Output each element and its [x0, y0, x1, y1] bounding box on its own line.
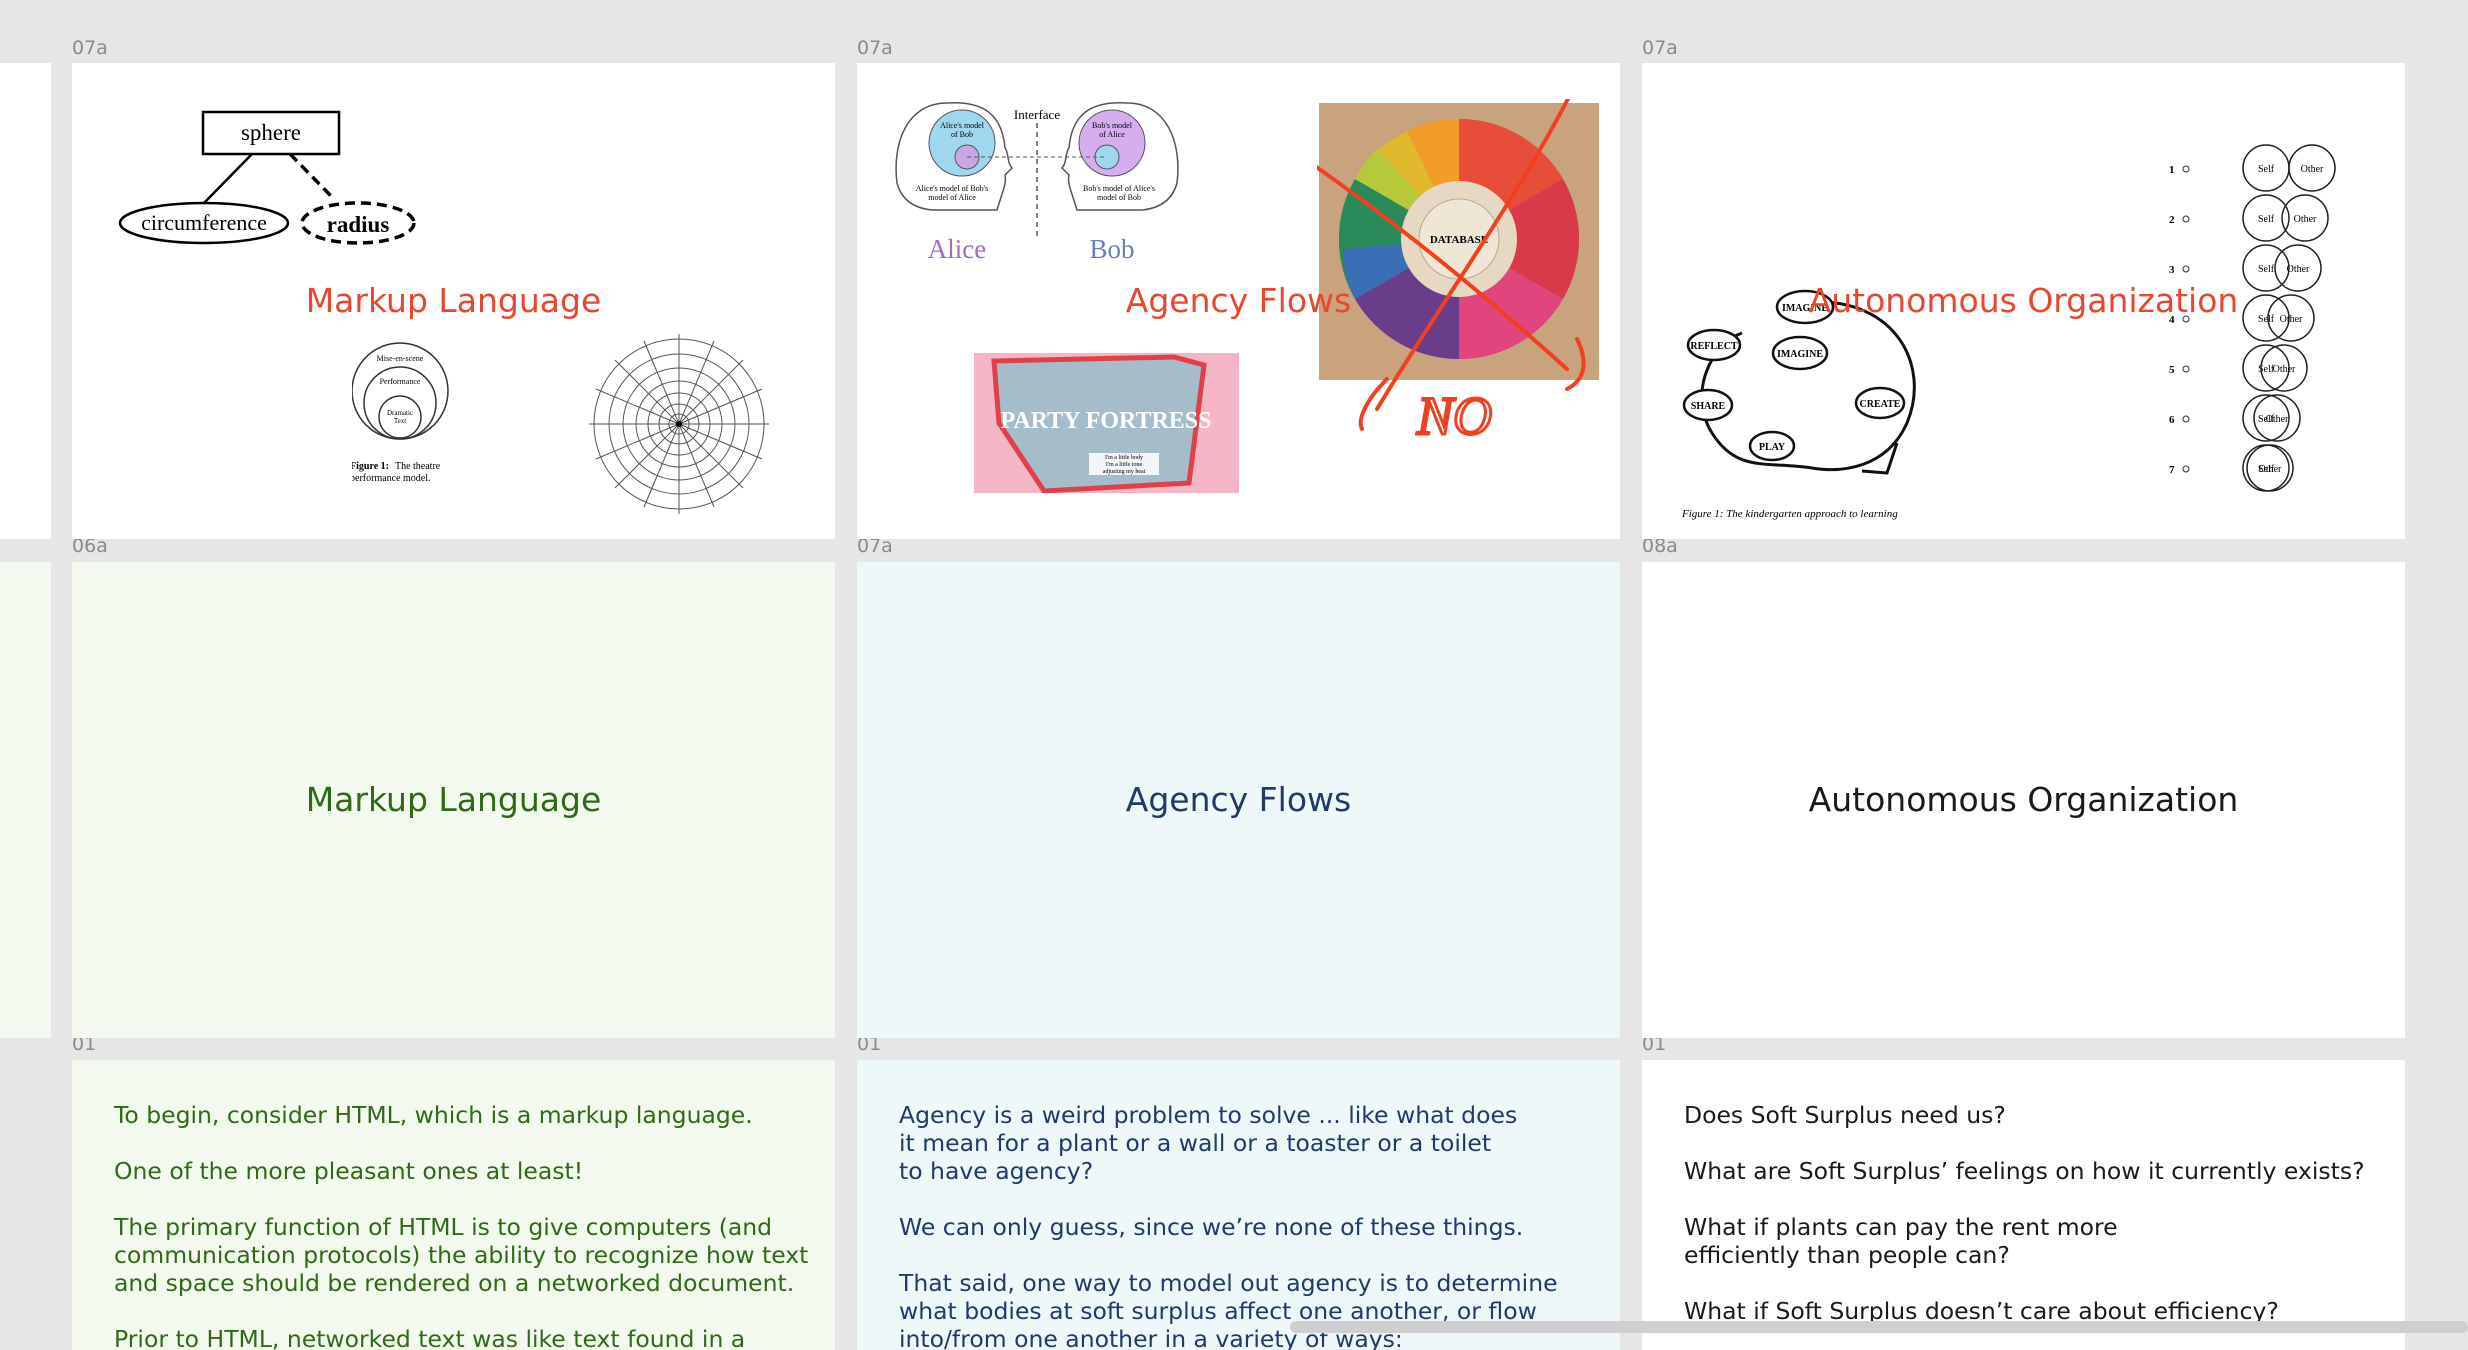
model-label: Bob's model — [1092, 121, 1133, 130]
party-note: I'm a little tone — [1106, 462, 1143, 468]
slide-title: Markup Language — [305, 281, 602, 320]
svg-text:Figure 1:The theatre: Figure 1: The theatre — [352, 461, 441, 472]
self-circle-label: Self — [2258, 264, 2275, 275]
scale-number: 2 — [2169, 214, 2175, 226]
horizontal-scrollbar[interactable] — [1290, 1321, 2468, 1333]
slide-title: Agency Flows — [1125, 281, 1352, 320]
slide-auton-collage[interactable]: IMAGINE REFLECT IMAGINE CREATE SHARE PLA… — [1642, 63, 2405, 539]
paragraph: What if plants can pay the rent more eff… — [1684, 1213, 2118, 1269]
frame-label[interactable]: 07a — [857, 37, 893, 59]
scale-radio[interactable] — [2182, 365, 2190, 373]
body-text: Agency is a weird problem to solve ... l… — [899, 1101, 1558, 1350]
model-label: of Alice — [1099, 130, 1125, 139]
scale-number: 7 — [2169, 464, 2175, 476]
paragraph: The primary function of HTML is to give … — [114, 1213, 809, 1297]
kindergarten-cycle-diagram: IMAGINE REFLECT IMAGINE CREATE SHARE PLA… — [1682, 289, 1916, 520]
paragraph: Prior to HTML, networked text was like t… — [114, 1325, 746, 1350]
scale-number: 1 — [2169, 164, 2175, 176]
alice-label: Alice — [928, 234, 986, 264]
slide-markup-title[interactable]: Markup Language — [72, 562, 835, 1038]
node-circumference: circumference — [141, 210, 267, 235]
paragraph: That said, one way to model out agency i… — [899, 1269, 1558, 1350]
scale-radio[interactable] — [2182, 465, 2190, 473]
party-note: adjusting my heat — [1103, 469, 1146, 475]
cycle-node: PLAY — [1759, 442, 1786, 453]
theatre-inner: Dramatic — [387, 409, 413, 417]
other-circle-label: Other — [2273, 364, 2296, 375]
scribble-no: NO — [1416, 386, 1492, 446]
paragraph: Agency is a weird problem to solve ... l… — [899, 1101, 1518, 1185]
frame-label[interactable]: 07a — [72, 37, 108, 59]
slide-markup-text[interactable]: To begin, consider HTML, which is a mark… — [72, 1060, 835, 1350]
bob-label: Bob — [1089, 234, 1134, 264]
party-note: I'm a little body — [1105, 455, 1143, 461]
partial-frame-left-2[interactable] — [0, 562, 51, 1038]
scale-number: 6 — [2169, 414, 2175, 426]
theatre-model-diagram: Mise-en-scene Performance Dramatic Text … — [352, 342, 449, 484]
scale-radio[interactable] — [2182, 215, 2190, 223]
cycle-node: CREATE — [1860, 399, 1901, 410]
scale-number: 5 — [2169, 364, 2175, 376]
theatre-mid: Performance — [380, 377, 421, 386]
other-circle-label: Other — [2301, 164, 2324, 175]
node-sphere: sphere — [241, 120, 301, 145]
scale-number: 3 — [2169, 264, 2175, 276]
cycle-node: IMAGINE — [1777, 349, 1823, 360]
slide-agency-collage[interactable]: Interface Alice's model of Bob Bob's mod… — [857, 63, 1620, 539]
other-circle-label: Other — [2287, 264, 2310, 275]
scale-number: 4 — [2169, 314, 2175, 326]
scale-radio[interactable] — [2182, 165, 2190, 173]
slide-agency-text[interactable]: Agency is a weird problem to solve ... l… — [857, 1060, 1620, 1350]
wheel-center-label: DATABASE — [1430, 234, 1488, 246]
figure-caption: The theatre — [395, 461, 441, 472]
figure-caption: performance model. — [352, 473, 431, 484]
party-fortress-title: PARTY FORTRESS — [1000, 408, 1211, 434]
frame-label[interactable]: 07a — [1642, 37, 1678, 59]
slide-title: Agency Flows — [1125, 780, 1352, 819]
cycle-node: SHARE — [1691, 401, 1726, 412]
scale-radio[interactable] — [2182, 415, 2190, 423]
other-circle-label: Other — [2266, 414, 2289, 425]
other-circle-label: Other — [2294, 214, 2317, 225]
spider-web-image — [589, 334, 769, 514]
concept-diagram: sphere circumference radius — [118, 110, 416, 245]
partial-frame-left-1[interactable] — [0, 63, 51, 539]
other-circle-label: Other — [2259, 464, 2282, 475]
theatre-outer: Mise-en-scene — [377, 354, 424, 363]
model-label: Alice's model — [940, 121, 985, 130]
scale-radio[interactable] — [2182, 315, 2190, 323]
slide-agency-title[interactable]: Agency Flows — [857, 562, 1620, 1038]
paragraph: What are Soft Surplus’ feelings on how i… — [1684, 1157, 2365, 1185]
color-wheel-image: DATABASE NO — [1317, 99, 1599, 448]
model-label: Alice's model of Bob's — [916, 184, 988, 193]
slide-markup-collage[interactable]: sphere circumference radius Markup Langu… — [72, 63, 835, 539]
node-radius: radius — [327, 212, 390, 237]
body-text: Does Soft Surplus need us? What are Soft… — [1684, 1101, 2365, 1350]
party-fortress-image: PARTY FORTRESS I'm a little body I'm a l… — [974, 353, 1239, 493]
theatre-inner: Text — [394, 417, 406, 425]
model-label: Bob's model of Alice's — [1083, 184, 1155, 193]
other-circle-label: Other — [2280, 314, 2303, 325]
model-label: model of Bob — [1097, 193, 1141, 202]
model-label: model of Alice — [928, 193, 976, 202]
paragraph: We can only guess, since we’re none of t… — [899, 1213, 1524, 1241]
figure-caption-bold: Figure 1: — [352, 461, 389, 472]
slide-auton-text[interactable]: Does Soft Surplus need us? What are Soft… — [1642, 1060, 2405, 1350]
slide-auton-title[interactable]: Autonomous Organization — [1642, 562, 2405, 1038]
self-other-scale: 1 Self Other 2 Self Other 3 Self Other 4 Self Other… — [2169, 144, 2336, 492]
model-label: of Bob — [951, 130, 973, 139]
figure-caption: Figure 1: The kindergarten approach to l… — [1682, 508, 1898, 520]
paragraph: To begin, consider HTML, which is a mark… — [114, 1101, 753, 1129]
scale-radio[interactable] — [2182, 265, 2190, 273]
cycle-node: REFLECT — [1690, 341, 1738, 352]
self-circle-label: Self — [2258, 214, 2275, 225]
interface-label: Interface — [1014, 107, 1060, 122]
self-circle-label: Self — [2258, 164, 2275, 175]
self-circle-label: Self — [2258, 314, 2275, 325]
paragraph: One of the more pleasant ones at least! — [114, 1157, 584, 1185]
slide-title: Autonomous Organization — [1808, 780, 2239, 819]
slide-title: Markup Language — [305, 780, 602, 819]
body-text: To begin, consider HTML, which is a mark… — [114, 1101, 808, 1350]
paragraph: Does Soft Surplus need us? — [1684, 1101, 2006, 1129]
